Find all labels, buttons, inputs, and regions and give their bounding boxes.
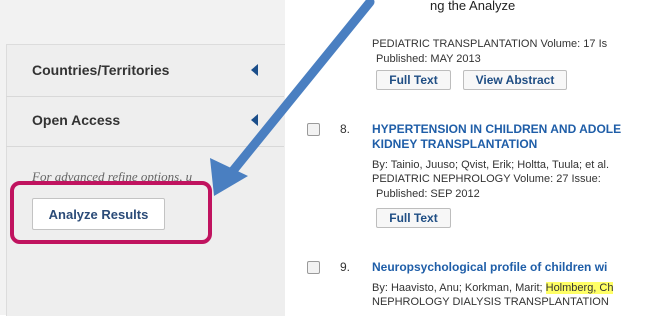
record-source: NEPHROLOGY DIALYSIS TRANSPLANTATION	[372, 296, 609, 308]
record-source: PEDIATRIC NEPHROLOGY Volume: 27 Issue:	[372, 173, 601, 185]
record-number: 9.	[340, 260, 351, 274]
chevron-left-icon[interactable]	[251, 64, 258, 76]
record-title-cont[interactable]: KIDNEY TRANSPLANTATION	[372, 137, 537, 151]
annotation-label: ng the Analyze	[430, 0, 516, 13]
facet-open-access[interactable]: Open Access	[6, 94, 284, 147]
refine-sidebar: Countries/Territories Open Access For ad…	[0, 0, 285, 316]
chevron-left-icon[interactable]	[251, 114, 258, 126]
full-text-button[interactable]: Full Text	[376, 208, 451, 228]
record-published: Published: MAY 2013	[376, 53, 481, 65]
results-list: PEDIATRIC TRANSPLANTATION Volume: 17 Is …	[285, 0, 656, 315]
facet-label: Open Access	[32, 112, 121, 128]
record-authors: By: Tainio, Juuso; Qvist, Erik; Holtta, …	[372, 159, 610, 171]
facet-countries-territories[interactable]: Countries/Territories	[6, 44, 284, 97]
highlighted-author: Holmberg, Ch	[545, 282, 614, 294]
record-title[interactable]: Neuropsychological profile of children w…	[372, 260, 607, 274]
full-text-button[interactable]: Full Text	[376, 70, 451, 90]
record-title[interactable]: HYPERTENSION IN CHILDREN AND ADOLE	[372, 122, 621, 136]
authors-text: By: Haavisto, Anu; Korkman, Marit;	[372, 282, 546, 294]
record-checkbox[interactable]	[307, 261, 320, 274]
record-authors: By: Haavisto, Anu; Korkman, Marit; Holmb…	[372, 282, 614, 294]
record-published: Published: SEP 2012	[376, 188, 480, 200]
view-abstract-button[interactable]: View Abstract	[463, 70, 567, 90]
record-number: 8.	[340, 122, 351, 136]
record-checkbox[interactable]	[307, 123, 320, 136]
facet-label: Countries/Territories	[32, 62, 170, 78]
record-source: PEDIATRIC TRANSPLANTATION Volume: 17 Is	[372, 38, 608, 50]
highlight-box	[10, 181, 212, 244]
